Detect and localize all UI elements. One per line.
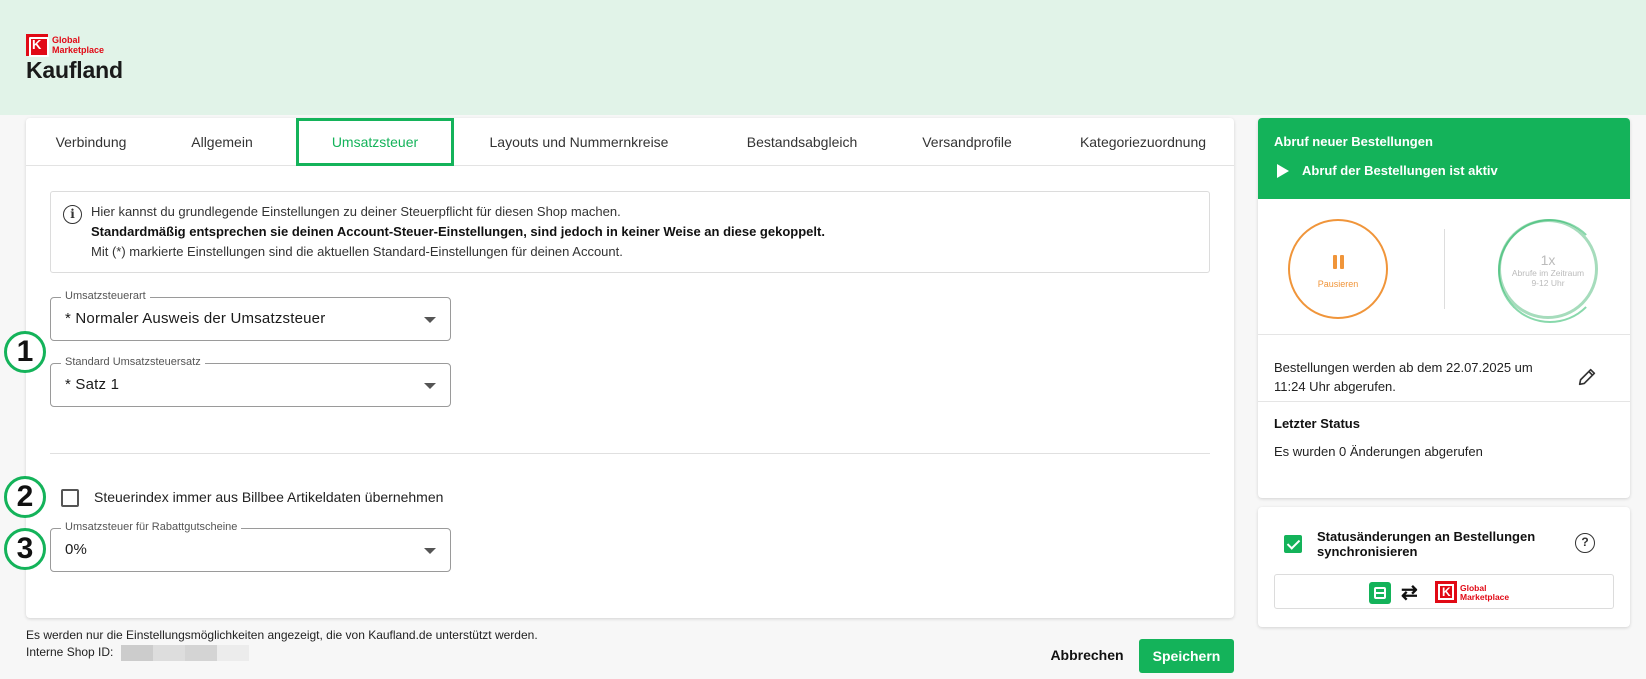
divider	[1258, 401, 1630, 402]
tab-allgemein[interactable]: Allgemein	[162, 118, 282, 166]
pause-label: Pausieren	[1317, 279, 1359, 289]
sync-status-checkbox[interactable]	[1284, 535, 1302, 553]
tax-rate-select[interactable]: Standard Umsatzsteuersatz * Satz 1	[50, 356, 451, 407]
info-text-3: Mit (*) markierte Einstellungen sind die…	[91, 244, 623, 259]
tab-bar: Verbindung Allgemein Umsatzsteuer Layout…	[26, 118, 1234, 166]
fetch-count-label-1: Abrufe im Zeitraum	[1511, 268, 1585, 278]
kaufland-logo-line2: Marketplace	[1460, 592, 1510, 602]
footer-note: Es werden nur die Einstellungsmöglichkei…	[26, 628, 538, 642]
tab-verbindung[interactable]: Verbindung	[26, 118, 156, 166]
fetch-count-indicator: 1x Abrufe im Zeitraum 9-12 Uhr	[1498, 219, 1602, 323]
last-status-text: Es wurden 0 Änderungen abgerufen	[1274, 444, 1483, 459]
sync-status-label[interactable]: Statusänderungen an Bestellungen synchro…	[1317, 529, 1557, 559]
pencil-icon[interactable]	[1576, 366, 1598, 388]
shop-id-redacted	[121, 645, 249, 661]
help-icon[interactable]: ?	[1575, 533, 1595, 553]
pause-icon	[1332, 255, 1346, 269]
info-box: i Hier kannst du grundlegende Einstellun…	[50, 191, 1210, 273]
billbee-logo-icon	[1369, 582, 1391, 604]
kaufland-logo-icon	[1435, 581, 1457, 603]
swap-arrows-icon: ⇄	[1401, 582, 1418, 604]
annotation-marker-1: 1	[4, 331, 46, 373]
sync-label-line1: Statusänderungen an Bestellungen	[1317, 529, 1536, 544]
voucher-tax-select[interactable]: Umsatzsteuer für Rabattgutscheine 0%	[50, 521, 451, 572]
order-fetch-title: Abruf neuer Bestellungen	[1274, 134, 1433, 149]
tax-index-checkbox[interactable]	[61, 489, 79, 507]
tab-kategoriezuordnung[interactable]: Kategoriezuordnung	[1062, 118, 1224, 166]
last-status-title: Letzter Status	[1274, 416, 1360, 431]
fetch-count-label: Abrufe im Zeitraum 9-12 Uhr	[1505, 268, 1591, 288]
kaufland-logo-text: Global Marketplace	[1460, 584, 1509, 602]
fetch-count: 1x	[1540, 252, 1556, 268]
annotation-marker-2: 2	[4, 476, 46, 518]
kaufland-logo-icon	[26, 34, 49, 57]
order-fetch-header: Abruf neuer Bestellungen Abruf der Beste…	[1258, 118, 1630, 199]
sync-label-line2: synchronisieren	[1317, 544, 1418, 559]
fetch-count-label-2: 9-12 Uhr	[1531, 278, 1565, 288]
chevron-down-icon	[424, 548, 436, 554]
fetch-date-text-2: 11:24 Uhr abgerufen.	[1274, 379, 1396, 394]
order-fetch-panel: Abruf neuer Bestellungen Abruf der Beste…	[1258, 118, 1630, 498]
vertical-divider	[1444, 229, 1445, 309]
info-text-2: Standardmäßig entsprechen sie deinen Acc…	[91, 224, 825, 239]
tax-type-label: Umsatzsteuerart	[61, 290, 150, 302]
order-fetch-status: Abruf der Bestellungen ist aktiv	[1302, 163, 1498, 178]
tab-versandprofile[interactable]: Versandprofile	[902, 118, 1032, 166]
voucher-tax-label: Umsatzsteuer für Rabattgutscheine	[61, 521, 242, 533]
logo-line1: Global	[52, 35, 81, 45]
divider	[1258, 334, 1630, 335]
settings-card: Verbindung Allgemein Umsatzsteuer Layout…	[26, 118, 1234, 618]
divider	[50, 453, 1210, 454]
page-title: Kaufland	[26, 57, 123, 83]
shop-id-label: Interne Shop ID:	[26, 645, 114, 659]
info-text-1: Hier kannst du grundlegende Einstellunge…	[91, 204, 621, 219]
tab-bestandsabgleich[interactable]: Bestandsabgleich	[722, 118, 882, 166]
cancel-button[interactable]: Abbrechen	[1044, 643, 1130, 667]
header-band	[0, 0, 1646, 115]
tax-index-checkbox-label[interactable]: Steuerindex immer aus Billbee Artikeldat…	[94, 489, 443, 505]
tax-rate-label: Standard Umsatzsteuersatz	[61, 356, 205, 368]
pause-button[interactable]: Pausieren	[1288, 219, 1388, 319]
kaufland-logo: Global Marketplace	[26, 34, 104, 57]
annotation-marker-3: 3	[4, 528, 46, 570]
sync-panel: Statusänderungen an Bestellungen synchro…	[1258, 507, 1630, 627]
chevron-down-icon	[424, 383, 436, 389]
info-icon: i	[63, 205, 82, 224]
tax-type-value: * Normaler Ausweis der Umsatzsteuer	[65, 310, 326, 327]
tab-umsatzsteuer[interactable]: Umsatzsteuer	[296, 118, 454, 166]
fetch-date-text-1: Bestellungen werden ab dem 22.07.2025 um	[1274, 360, 1533, 375]
logo-line2: Marketplace	[52, 45, 105, 55]
save-button[interactable]: Speichern	[1139, 639, 1234, 673]
tab-layouts[interactable]: Layouts und Nummernkreise	[470, 118, 688, 166]
tax-rate-value: * Satz 1	[65, 376, 120, 393]
play-icon	[1277, 164, 1289, 178]
tax-type-select[interactable]: Umsatzsteuerart * Normaler Ausweis der U…	[50, 290, 451, 341]
sync-direction-box: ⇄ Global Marketplace	[1274, 574, 1614, 609]
logo-text: Global Marketplace	[52, 35, 104, 55]
voucher-tax-value: 0%	[65, 541, 88, 558]
chevron-down-icon	[424, 317, 436, 323]
